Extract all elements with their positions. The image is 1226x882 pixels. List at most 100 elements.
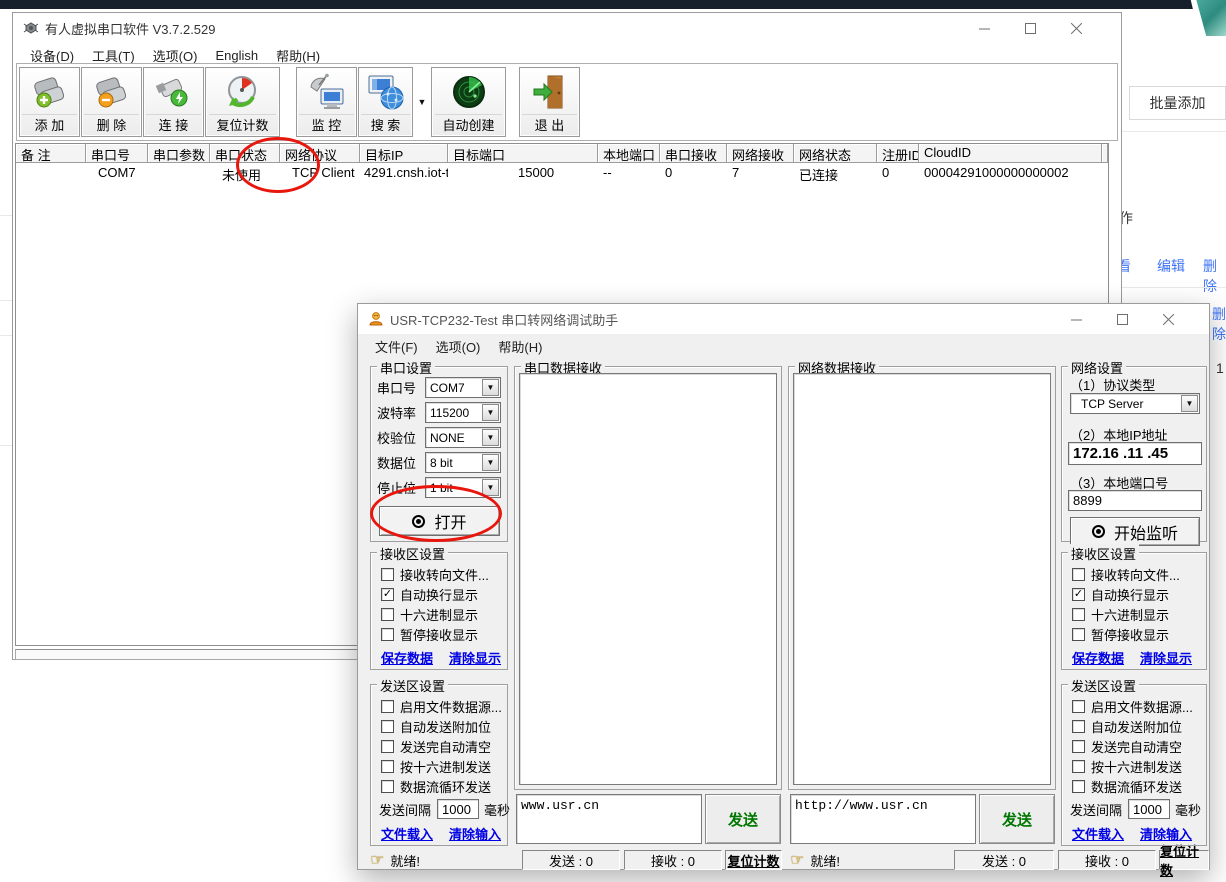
chevron-down-icon[interactable]: ▼ (482, 379, 499, 396)
checkbox-clear-after-send[interactable]: 发送完自动清空 (381, 737, 491, 756)
checkbox-box[interactable] (381, 760, 394, 773)
col-serial-params[interactable]: 串口参数 (148, 144, 210, 163)
net-recv-textarea[interactable] (793, 373, 1051, 785)
chevron-down-icon[interactable]: ▼ (1181, 395, 1198, 412)
checkbox-box[interactable] (381, 588, 394, 601)
clear-input-link[interactable]: 清除输入 (449, 824, 501, 843)
data-bits-select[interactable]: 8 bit ▼ (425, 452, 501, 473)
checkbox-box[interactable] (1072, 740, 1085, 753)
checkbox-auto-linefeed-net[interactable]: 自动换行显示 (1072, 585, 1169, 604)
app1-close-button[interactable] (1053, 13, 1099, 43)
monitor-button[interactable]: 监 控 (296, 67, 357, 137)
checkbox-file-source-net[interactable]: 启用文件数据源... (1072, 697, 1193, 716)
checkbox-send-hex[interactable]: 按十六进制发送 (381, 757, 491, 776)
checkbox-box[interactable] (1072, 780, 1085, 793)
col-cloud-id[interactable]: CloudID (919, 144, 1102, 163)
checkbox-box[interactable] (1072, 700, 1085, 713)
col-serial-recv[interactable]: 串口接收 (660, 144, 727, 163)
protocol-type-select[interactable]: TCP Server ▼ (1070, 393, 1200, 414)
checkbox-box[interactable] (1072, 628, 1085, 641)
auto-create-button[interactable]: 自动创建 (431, 67, 506, 137)
col-target-ip[interactable]: 目标IP (360, 144, 448, 163)
menu-options2[interactable]: 选项(O) (427, 334, 490, 359)
app2-maximize-button[interactable] (1099, 304, 1145, 334)
send-interval-input-net[interactable]: 1000 (1128, 799, 1170, 819)
app2-minimize-button[interactable] (1053, 304, 1099, 334)
checkbox-box[interactable] (1072, 568, 1085, 581)
checkbox-box[interactable] (381, 740, 394, 753)
exit-button[interactable]: 退 出 (519, 67, 580, 137)
checkbox-box[interactable] (1072, 760, 1085, 773)
save-data-link[interactable]: 保存数据 (381, 648, 433, 667)
start-listen-button[interactable]: 开始监听 (1070, 517, 1200, 546)
load-file-link[interactable]: 文件载入 (381, 824, 433, 843)
clear-input-link-net[interactable]: 清除输入 (1140, 824, 1192, 843)
clear-display-link[interactable]: 清除显示 (449, 648, 501, 667)
reset-count-button[interactable]: 复位计数 (205, 67, 280, 137)
app1-titlebar[interactable]: 有人虚拟串口软件 V3.7.2.529 (13, 13, 1121, 43)
app1-minimize-button[interactable] (961, 13, 1007, 43)
serial-recv-textarea[interactable] (519, 373, 777, 785)
delete-device-button[interactable]: 删 除 (81, 67, 142, 137)
checkbox-file-source[interactable]: 启用文件数据源... (381, 697, 502, 716)
edit-link[interactable]: 编辑 (1157, 256, 1185, 276)
checkbox-box[interactable] (381, 780, 394, 793)
checkbox-hex-display-net[interactable]: 十六进制显示 (1072, 605, 1169, 624)
checkbox-auto-send-extra-net[interactable]: 自动发送附加位 (1072, 717, 1182, 736)
checkbox-box[interactable] (1072, 720, 1085, 733)
chevron-down-icon[interactable]: ▼ (482, 404, 499, 421)
save-data-link-net[interactable]: 保存数据 (1072, 648, 1124, 667)
checkbox-auto-send-extra[interactable]: 自动发送附加位 (381, 717, 491, 736)
local-port-input[interactable]: 8899 (1068, 490, 1202, 511)
col-com-port[interactable]: 串口号 (86, 144, 148, 163)
checkbox-box[interactable] (1072, 608, 1085, 621)
com-port-select[interactable]: COM7 ▼ (425, 377, 501, 398)
col-target-port[interactable]: 目标端口 (448, 144, 598, 163)
checkbox-pause-recv-net[interactable]: 暂停接收显示 (1072, 625, 1169, 644)
checkbox-box[interactable] (381, 608, 394, 621)
col-net-status[interactable]: 网络状态 (794, 144, 877, 163)
load-file-link-net[interactable]: 文件载入 (1072, 824, 1124, 843)
app2-titlebar[interactable]: USR-TCP232-Test 串口转网络调试助手 (358, 304, 1209, 334)
parity-select[interactable]: NONE ▼ (425, 427, 501, 448)
checkbox-recv-to-file-net[interactable]: 接收转向文件... (1072, 565, 1180, 584)
add-device-button[interactable]: 添 加 (19, 67, 80, 137)
clear-display-link-net[interactable]: 清除显示 (1140, 648, 1192, 667)
serial-reset-count-button[interactable]: 复位计数 (725, 850, 782, 870)
checkbox-pause-recv[interactable]: 暂停接收显示 (381, 625, 478, 644)
connect-button[interactable]: 连 接 (143, 67, 204, 137)
checkbox-loop-send-net[interactable]: 数据流循环发送 (1072, 777, 1182, 796)
net-send-input[interactable]: http://www.usr.cn (790, 794, 976, 844)
delete-link[interactable]: 删除 (1203, 256, 1226, 296)
batch-add-button[interactable]: 批量添加 (1129, 86, 1226, 120)
checkbox-auto-linefeed[interactable]: 自动换行显示 (381, 585, 478, 604)
checkbox-clear-after-send-net[interactable]: 发送完自动清空 (1072, 737, 1182, 756)
send-interval-input[interactable]: 1000 (437, 799, 479, 819)
checkbox-loop-send[interactable]: 数据流循环发送 (381, 777, 491, 796)
checkbox-box[interactable] (381, 700, 394, 713)
col-net-recv[interactable]: 网络接收 (727, 144, 794, 163)
local-ip-input[interactable]: 172.16 .11 .45 (1068, 442, 1202, 465)
col-remark[interactable]: 备 注 (16, 144, 86, 163)
col-register-id[interactable]: 注册ID (877, 144, 919, 163)
chevron-down-icon[interactable]: ▼ (482, 454, 499, 471)
serial-send-button[interactable]: 发送 (705, 794, 781, 844)
checkbox-send-hex-net[interactable]: 按十六进制发送 (1072, 757, 1182, 776)
checkbox-box[interactable] (1072, 588, 1085, 601)
checkbox-hex-display[interactable]: 十六进制显示 (381, 605, 478, 624)
net-send-button[interactable]: 发送 (979, 794, 1055, 844)
search-button[interactable]: 搜 索 (358, 67, 413, 137)
col-local-port[interactable]: 本地端口 (598, 144, 660, 163)
chevron-down-icon[interactable]: ▼ (482, 429, 499, 446)
delete-link-partial[interactable]: 删除 (1212, 304, 1226, 344)
app2-close-button[interactable] (1145, 304, 1191, 334)
menu-help2[interactable]: 帮助(H) (489, 334, 551, 359)
table-row[interactable]: COM7 未使用 TCP Client 4291.cnsh.iot-tc... … (16, 163, 1108, 183)
checkbox-recv-to-file[interactable]: 接收转向文件... (381, 565, 489, 584)
search-dropdown-arrow[interactable]: ▼ (414, 67, 430, 137)
serial-send-input[interactable]: www.usr.cn (516, 794, 702, 844)
menu-file[interactable]: 文件(F) (366, 334, 427, 359)
checkbox-box[interactable] (381, 628, 394, 641)
app1-maximize-button[interactable] (1007, 13, 1053, 43)
checkbox-box[interactable] (381, 720, 394, 733)
